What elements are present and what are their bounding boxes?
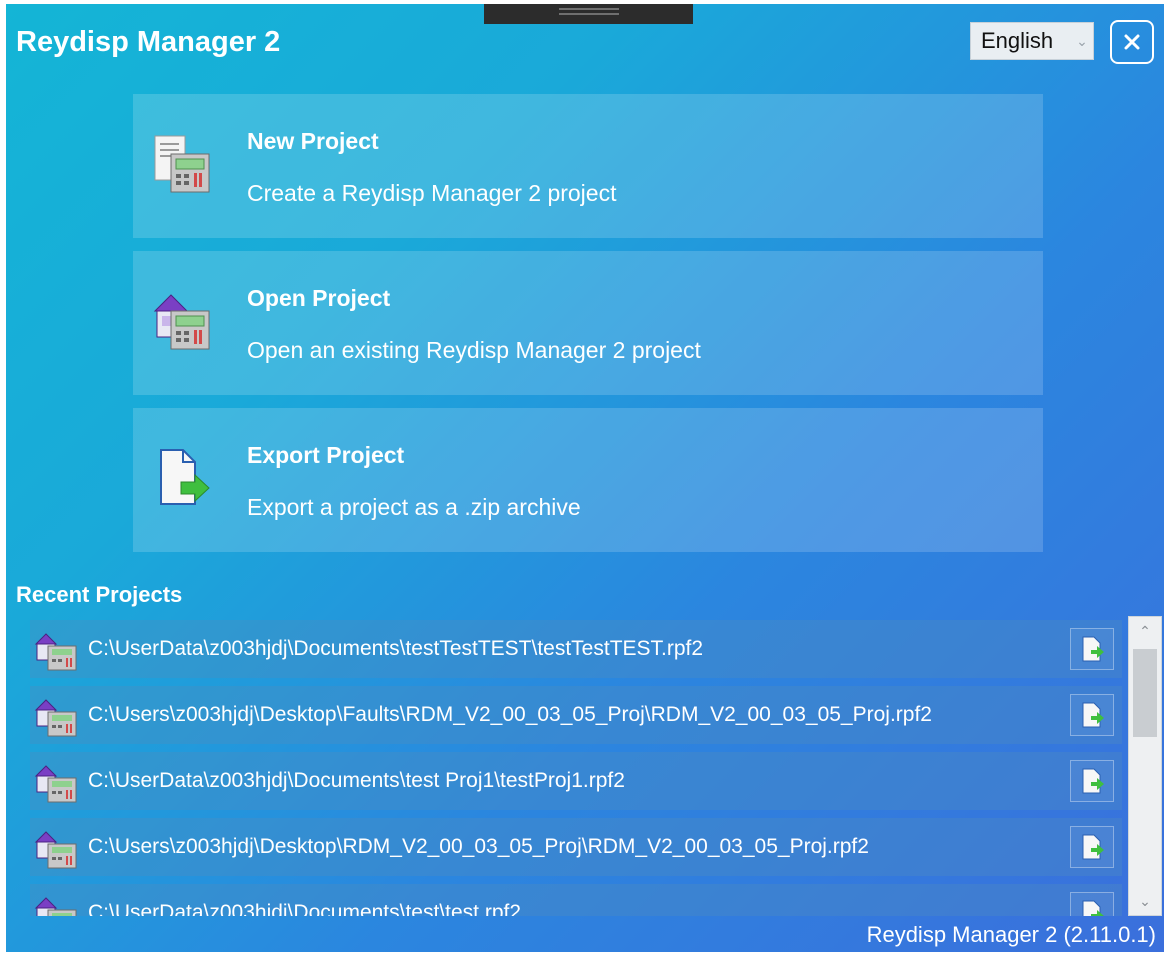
recent-project-path: C:\UserData\z003hjdj\Documents\test\test… (88, 901, 522, 916)
recent-project-item[interactable]: C:\UserData\z003hjdj\Documents\test Proj… (30, 752, 1122, 810)
export-project-icon (160, 449, 210, 505)
window-drag-handle[interactable] (484, 4, 693, 24)
project-file-icon (34, 831, 77, 869)
export-recent-button[interactable] (1070, 628, 1114, 670)
export-icon (1082, 768, 1104, 794)
export-icon (1082, 834, 1104, 860)
project-file-icon (34, 765, 77, 803)
recent-project-item[interactable]: C:\UserData\z003hjdj\Documents\test\test… (30, 884, 1122, 916)
project-file-icon (34, 633, 77, 671)
chevron-down-icon: ⌄ (1076, 32, 1088, 49)
project-file-icon (34, 699, 77, 737)
language-value: English (981, 28, 1054, 53)
recent-project-path: C:\UserData\z003hjdj\Documents\test Proj… (88, 769, 625, 792)
action-description: Export a project as a .zip archive (247, 494, 581, 520)
start-window: Reydisp Manager 2 English ⌄ New Project (6, 4, 1164, 952)
recent-project-item[interactable]: C:\UserData\z003hjdj\Documents\testTestT… (30, 620, 1122, 678)
open-project-icon (153, 294, 210, 350)
action-label: Export Project (247, 442, 405, 468)
language-select[interactable]: English ⌄ (970, 22, 1094, 60)
export-recent-button[interactable] (1070, 826, 1114, 868)
export-icon (1082, 636, 1104, 662)
export-icon (1082, 702, 1104, 728)
grip-line (559, 13, 619, 15)
recent-project-item[interactable]: C:\Users\z003hjdj\Desktop\Faults\RDM_V2_… (30, 686, 1122, 744)
export-recent-button[interactable] (1070, 694, 1114, 736)
action-description: Create a Reydisp Manager 2 project (247, 180, 617, 206)
recent-projects-scrollbar[interactable]: ⌃ ⌄ (1128, 616, 1162, 916)
export-recent-button[interactable] (1070, 760, 1114, 802)
recent-project-path: C:\Users\z003hjdj\Desktop\Faults\RDM_V2_… (88, 703, 932, 726)
close-button[interactable] (1110, 20, 1154, 64)
new-project-icon (154, 135, 210, 193)
scroll-up-button[interactable]: ⌃ (1129, 617, 1161, 645)
version-label: Reydisp Manager 2 (2.11.0.1) (866, 922, 1156, 947)
project-file-icon (34, 897, 77, 916)
recent-project-path: C:\Users\z003hjdj\Desktop\RDM_V2_00_03_0… (88, 835, 869, 858)
app-title: Reydisp Manager 2 (16, 26, 281, 58)
recent-projects-list: C:\UserData\z003hjdj\Documents\testTestT… (30, 620, 1122, 916)
new-project-button[interactable]: New Project Create a Reydisp Manager 2 p… (133, 94, 1043, 238)
scroll-thumb[interactable] (1133, 649, 1157, 737)
grip-line (559, 8, 619, 10)
recent-project-item[interactable]: C:\Users\z003hjdj\Desktop\RDM_V2_00_03_0… (30, 818, 1122, 876)
action-label: New Project (247, 128, 379, 154)
action-label: Open Project (247, 285, 391, 311)
scroll-down-button[interactable]: ⌄ (1129, 887, 1161, 915)
recent-project-path: C:\UserData\z003hjdj\Documents\testTestT… (88, 637, 704, 660)
recent-projects-heading: Recent Projects (16, 582, 183, 607)
close-icon (1124, 34, 1140, 50)
export-icon (1082, 900, 1104, 916)
open-project-button[interactable]: Open Project Open an existing Reydisp Ma… (133, 251, 1043, 395)
export-recent-button[interactable] (1070, 892, 1114, 916)
action-description: Open an existing Reydisp Manager 2 proje… (247, 337, 701, 363)
export-project-button[interactable]: Export Project Export a project as a .zi… (133, 408, 1043, 552)
